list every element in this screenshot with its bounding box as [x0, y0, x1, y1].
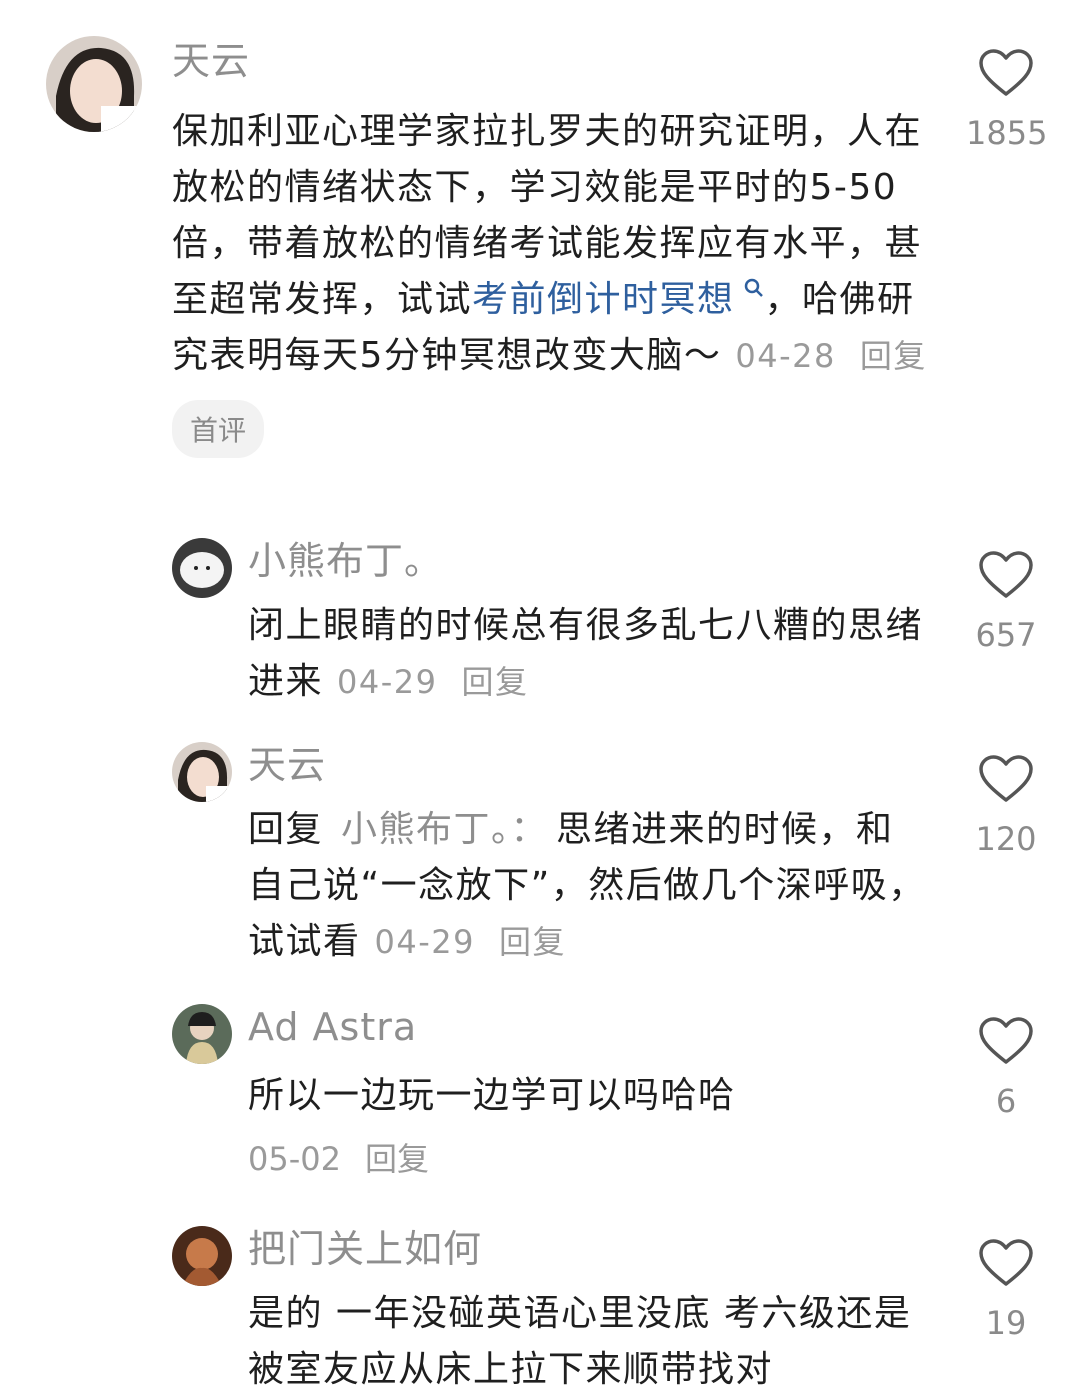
like-count: 120: [975, 820, 1037, 858]
username[interactable]: 天云: [248, 742, 928, 788]
username[interactable]: Ad Astra: [248, 1004, 928, 1050]
avatar[interactable]: [172, 538, 232, 598]
like-button[interactable]: 657: [966, 550, 1046, 654]
username[interactable]: 把门关上如何: [248, 1226, 928, 1272]
comment-text: 闭上眼睛的时候总有很多乱七八糟的思绪进来 04-29 回复: [248, 598, 928, 710]
comment-date: 04-29: [337, 663, 438, 701]
search-link[interactable]: 考前倒计时冥想: [472, 278, 765, 320]
reply-prefix: 回复: [248, 809, 324, 850]
like-button[interactable]: 120: [966, 754, 1046, 858]
avatar[interactable]: [46, 36, 142, 132]
username[interactable]: 天云: [172, 38, 932, 84]
reply-button[interactable]: 回复: [462, 663, 529, 701]
first-comment-badge: 首评: [172, 400, 265, 458]
comment-text: 回复 小熊布丁。： 思绪进来的时候，和自己说“一念放下”，然后做几个深呼吸，试试看 0…: [248, 802, 928, 970]
comment-text: 保加利亚心理学家拉扎罗夫的研究证明，人在放松的情绪状态下，学习效能是平时的5-5…: [172, 104, 932, 384]
reply-button[interactable]: 回复: [499, 923, 566, 961]
comment-date: 05-02: [248, 1140, 341, 1178]
search-link-label[interactable]: 考前倒计时冥想: [472, 279, 735, 320]
avatar[interactable]: [172, 742, 232, 802]
like-button[interactable]: 1855: [966, 48, 1048, 152]
like-button[interactable]: 19: [966, 1238, 1046, 1342]
heart-outline-icon: [979, 551, 1033, 598]
like-count: 19: [985, 1304, 1027, 1342]
avatar[interactable]: [172, 1226, 232, 1286]
heart-outline-icon: [979, 1239, 1033, 1286]
avatar[interactable]: [172, 1004, 232, 1064]
search-icon: [744, 278, 763, 297]
reply-button[interactable]: 回复: [860, 337, 927, 375]
comment-text: 所以一边玩一边学可以吗哈哈: [248, 1075, 736, 1116]
like-count: 657: [975, 616, 1037, 654]
heart-outline-icon: [979, 49, 1033, 96]
username[interactable]: 小熊布丁。: [248, 538, 928, 584]
heart-outline-icon: [979, 755, 1033, 802]
reply-button[interactable]: 回复: [365, 1140, 429, 1178]
comment-text: 是的 一年没碰英语心里没底 考六级还是被室友应从床上拉下来顺带找对: [248, 1293, 912, 1390]
comment-date: 04-29: [374, 923, 475, 961]
reply-target-username[interactable]: 小熊布丁。：: [341, 809, 548, 850]
comment-meta: 05-02 回复: [248, 1134, 928, 1180]
comment-date: 04-28: [735, 337, 836, 375]
like-button[interactable]: 6: [966, 1016, 1046, 1120]
heart-outline-icon: [979, 1017, 1033, 1064]
like-count: 6: [995, 1082, 1017, 1120]
like-count: 1855: [966, 114, 1048, 152]
